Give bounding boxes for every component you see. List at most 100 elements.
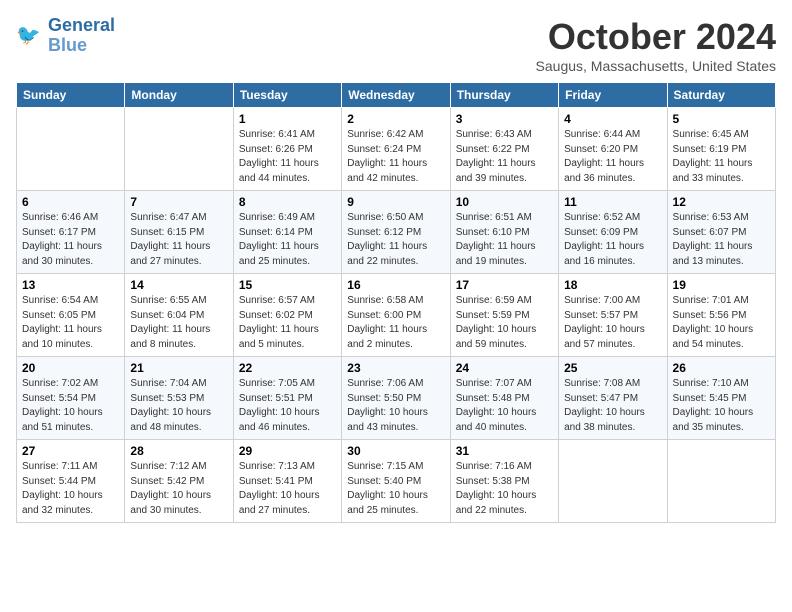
day-number: 15 — [239, 278, 336, 292]
day-info: Sunrise: 6:52 AMSunset: 6:09 PMDaylight:… — [564, 211, 661, 269]
day-info: Sunrise: 7:11 AMSunset: 5:44 PMDaylight:… — [22, 460, 119, 518]
header-thursday: Thursday — [450, 83, 558, 108]
day-number: 25 — [564, 361, 661, 375]
day-number: 16 — [347, 278, 444, 292]
day-info: Sunrise: 6:49 AMSunset: 6:14 PMDaylight:… — [239, 211, 336, 269]
day-number: 17 — [456, 278, 553, 292]
day-info: Sunrise: 7:01 AMSunset: 5:56 PMDaylight:… — [673, 294, 770, 352]
day-number: 26 — [673, 361, 770, 375]
day-number: 24 — [456, 361, 553, 375]
day-info: Sunrise: 6:50 AMSunset: 6:12 PMDaylight:… — [347, 211, 444, 269]
day-number: 27 — [22, 444, 119, 458]
day-info: Sunrise: 6:53 AMSunset: 6:07 PMDaylight:… — [673, 211, 770, 269]
day-info: Sunrise: 7:13 AMSunset: 5:41 PMDaylight:… — [239, 460, 336, 518]
day-info: Sunrise: 7:02 AMSunset: 5:54 PMDaylight:… — [22, 377, 119, 435]
day-info: Sunrise: 6:42 AMSunset: 6:24 PMDaylight:… — [347, 128, 444, 186]
day-cell-4-5 — [559, 440, 667, 523]
logo: 🐦 General Blue — [16, 16, 115, 56]
calendar-table: Sunday Monday Tuesday Wednesday Thursday… — [16, 82, 776, 523]
day-info: Sunrise: 7:06 AMSunset: 5:50 PMDaylight:… — [347, 377, 444, 435]
day-cell-3-6: 26 Sunrise: 7:10 AMSunset: 5:45 PMDayligh… — [667, 357, 775, 440]
day-number: 12 — [673, 195, 770, 209]
day-cell-3-3: 23 Sunrise: 7:06 AMSunset: 5:50 PMDayligh… — [342, 357, 450, 440]
day-number: 2 — [347, 112, 444, 126]
day-cell-4-3: 30 Sunrise: 7:15 AMSunset: 5:40 PMDayligh… — [342, 440, 450, 523]
day-info: Sunrise: 6:51 AMSunset: 6:10 PMDaylight:… — [456, 211, 553, 269]
day-number: 18 — [564, 278, 661, 292]
day-info: Sunrise: 6:59 AMSunset: 5:59 PMDaylight:… — [456, 294, 553, 352]
day-cell-3-5: 25Sunrise: 7:08 AMSunset: 5:47 PMDayligh… — [559, 357, 667, 440]
day-cell-0-5: 4 Sunrise: 6:44 AMSunset: 6:20 PMDaylight… — [559, 108, 667, 191]
svg-text:🐦: 🐦 — [16, 24, 40, 46]
week-row-3: 20 Sunrise: 7:02 AMSunset: 5:54 PMDayligh… — [17, 357, 776, 440]
day-cell-4-2: 29Sunrise: 7:13 AMSunset: 5:41 PMDayligh… — [233, 440, 341, 523]
day-info: Sunrise: 7:15 AMSunset: 5:40 PMDaylight:… — [347, 460, 444, 518]
day-number: 19 — [673, 278, 770, 292]
day-number: 31 — [456, 444, 553, 458]
day-number: 9 — [347, 195, 444, 209]
day-info: Sunrise: 7:10 AMSunset: 5:45 PMDaylight:… — [673, 377, 770, 435]
day-number: 1 — [239, 112, 336, 126]
day-number: 23 — [347, 361, 444, 375]
day-cell-4-6 — [667, 440, 775, 523]
day-cell-2-5: 18 Sunrise: 7:00 AMSunset: 5:57 PMDayligh… — [559, 274, 667, 357]
day-number: 11 — [564, 195, 661, 209]
day-info: Sunrise: 6:45 AMSunset: 6:19 PMDaylight:… — [673, 128, 770, 186]
day-cell-3-1: 21Sunrise: 7:04 AMSunset: 5:53 PMDayligh… — [125, 357, 233, 440]
page-header: 🐦 General Blue October 2024 Saugus, Mass… — [16, 16, 776, 74]
day-cell-1-3: 9 Sunrise: 6:50 AMSunset: 6:12 PMDaylight… — [342, 191, 450, 274]
month-title: October 2024 — [536, 16, 776, 58]
day-number: 8 — [239, 195, 336, 209]
day-number: 20 — [22, 361, 119, 375]
day-cell-0-1 — [125, 108, 233, 191]
day-number: 14 — [130, 278, 227, 292]
day-cell-1-6: 12 Sunrise: 6:53 AMSunset: 6:07 PMDayligh… — [667, 191, 775, 274]
title-block: October 2024 Saugus, Massachusetts, Unit… — [536, 16, 776, 74]
header-tuesday: Tuesday — [233, 83, 341, 108]
day-number: 13 — [22, 278, 119, 292]
day-number: 10 — [456, 195, 553, 209]
day-cell-0-6: 5 Sunrise: 6:45 AMSunset: 6:19 PMDaylight… — [667, 108, 775, 191]
day-info: Sunrise: 6:54 AMSunset: 6:05 PMDaylight:… — [22, 294, 119, 352]
week-row-4: 27 Sunrise: 7:11 AMSunset: 5:44 PMDayligh… — [17, 440, 776, 523]
day-number: 4 — [564, 112, 661, 126]
day-info: Sunrise: 6:55 AMSunset: 6:04 PMDaylight:… — [130, 294, 227, 352]
day-number: 5 — [673, 112, 770, 126]
day-info: Sunrise: 6:41 AMSunset: 6:26 PMDaylight:… — [239, 128, 336, 186]
day-cell-1-5: 11 Sunrise: 6:52 AMSunset: 6:09 PMDayligh… — [559, 191, 667, 274]
day-info: Sunrise: 7:04 AMSunset: 5:53 PMDaylight:… — [130, 377, 227, 435]
day-cell-0-2: 1 Sunrise: 6:41 AMSunset: 6:26 PMDaylight… — [233, 108, 341, 191]
day-cell-2-3: 16 Sunrise: 6:58 AMSunset: 6:00 PMDayligh… — [342, 274, 450, 357]
day-cell-1-2: 8 Sunrise: 6:49 AMSunset: 6:14 PMDaylight… — [233, 191, 341, 274]
day-cell-2-1: 14 Sunrise: 6:55 AMSunset: 6:04 PMDayligh… — [125, 274, 233, 357]
week-row-0: 1 Sunrise: 6:41 AMSunset: 6:26 PMDaylight… — [17, 108, 776, 191]
day-cell-2-6: 19 Sunrise: 7:01 AMSunset: 5:56 PMDayligh… — [667, 274, 775, 357]
day-info: Sunrise: 7:12 AMSunset: 5:42 PMDaylight:… — [130, 460, 227, 518]
day-cell-3-4: 24 Sunrise: 7:07 AMSunset: 5:48 PMDayligh… — [450, 357, 558, 440]
day-info: Sunrise: 6:57 AMSunset: 6:02 PMDaylight:… — [239, 294, 336, 352]
day-cell-4-1: 28Sunrise: 7:12 AMSunset: 5:42 PMDayligh… — [125, 440, 233, 523]
day-number: 30 — [347, 444, 444, 458]
header-sunday: Sunday — [17, 83, 125, 108]
header-saturday: Saturday — [667, 83, 775, 108]
day-cell-2-0: 13 Sunrise: 6:54 AMSunset: 6:05 PMDayligh… — [17, 274, 125, 357]
calendar-header-row: Sunday Monday Tuesday Wednesday Thursday… — [17, 83, 776, 108]
day-info: Sunrise: 6:58 AMSunset: 6:00 PMDaylight:… — [347, 294, 444, 352]
day-cell-2-2: 15 Sunrise: 6:57 AMSunset: 6:02 PMDayligh… — [233, 274, 341, 357]
header-wednesday: Wednesday — [342, 83, 450, 108]
logo-text: General Blue — [48, 16, 115, 56]
day-cell-4-4: 31Sunrise: 7:16 AMSunset: 5:38 PMDayligh… — [450, 440, 558, 523]
day-info: Sunrise: 6:46 AMSunset: 6:17 PMDaylight:… — [22, 211, 119, 269]
day-info: Sunrise: 6:47 AMSunset: 6:15 PMDaylight:… — [130, 211, 227, 269]
day-info: Sunrise: 7:00 AMSunset: 5:57 PMDaylight:… — [564, 294, 661, 352]
logo-icon: 🐦 — [16, 22, 44, 50]
day-cell-1-4: 10 Sunrise: 6:51 AMSunset: 6:10 PMDayligh… — [450, 191, 558, 274]
day-cell-4-0: 27 Sunrise: 7:11 AMSunset: 5:44 PMDayligh… — [17, 440, 125, 523]
day-info: Sunrise: 7:05 AMSunset: 5:51 PMDaylight:… — [239, 377, 336, 435]
week-row-2: 13 Sunrise: 6:54 AMSunset: 6:05 PMDayligh… — [17, 274, 776, 357]
week-row-1: 6Sunrise: 6:46 AMSunset: 6:17 PMDaylight… — [17, 191, 776, 274]
day-info: Sunrise: 7:07 AMSunset: 5:48 PMDaylight:… — [456, 377, 553, 435]
day-info: Sunrise: 6:43 AMSunset: 6:22 PMDaylight:… — [456, 128, 553, 186]
header-monday: Monday — [125, 83, 233, 108]
day-info: Sunrise: 6:44 AMSunset: 6:20 PMDaylight:… — [564, 128, 661, 186]
